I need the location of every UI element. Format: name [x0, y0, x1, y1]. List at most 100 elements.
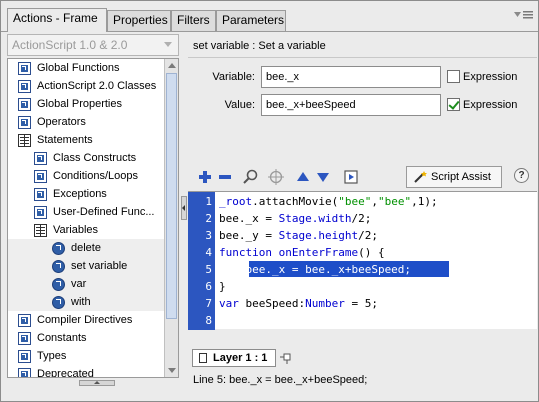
language-version-select[interactable]: ActionScript 1.0 & 2.0	[7, 34, 179, 56]
tree-item-label: Conditions/Loops	[53, 170, 139, 182]
tree-item-label: Deprecated	[37, 368, 94, 378]
tree-item-label: Operators	[37, 116, 86, 128]
tree-item-label: Class Constructs	[53, 152, 137, 164]
line-number-gutter: 1 2 3 4 5 6 7 8	[188, 192, 215, 330]
tab-bar: Actions - Frame Properties Filters Param…	[1, 1, 538, 32]
panel-menu-icon[interactable]	[523, 10, 533, 19]
script-assist-button[interactable]: Script Assist	[406, 166, 502, 188]
tree-item[interactable]: set variable	[8, 257, 164, 275]
code-line-1: _root.attachMovie("bee","bee",1);	[219, 195, 438, 208]
script-toolbar: Script Assist ?	[188, 164, 537, 190]
tree-item[interactable]: Class Constructs	[8, 149, 164, 167]
minimize-icon[interactable]	[513, 10, 522, 19]
variable-field[interactable]: bee._x	[261, 66, 441, 88]
language-version-value: ActionScript 1.0 & 2.0	[12, 38, 128, 52]
insert-target-path-icon[interactable]	[267, 168, 285, 186]
tree-item-label: Types	[37, 350, 67, 362]
book-icon	[18, 350, 31, 363]
tab-properties[interactable]: Properties	[107, 10, 171, 31]
book-icon	[34, 188, 47, 201]
line-number: 4	[205, 246, 212, 259]
scroll-thumb[interactable]	[166, 73, 177, 319]
tree-scrollbar[interactable]	[164, 59, 178, 377]
code-line-6: }	[219, 280, 226, 293]
status-bar-text: Line 5: bee._x = bee._x+beeSpeed;	[193, 374, 368, 386]
variable-label: Variable:	[212, 71, 255, 83]
tree-item[interactable]: Types	[8, 347, 164, 365]
action-icon	[52, 260, 65, 273]
value-expression-checkbox[interactable]	[447, 98, 460, 111]
tree-item-label: ActionScript 2.0 Classes	[37, 80, 157, 92]
tree-item[interactable]: User-Defined Func...	[8, 203, 164, 221]
open-book-icon	[18, 134, 31, 147]
value-field[interactable]: bee._x+beeSpeed	[261, 94, 441, 116]
line-number: 6	[205, 280, 212, 293]
value-expression-label: Expression	[463, 99, 518, 111]
tree-item[interactable]: Constants	[8, 329, 164, 347]
tree-item[interactable]: Operators	[8, 113, 164, 131]
tree-item[interactable]: Variables	[8, 221, 164, 239]
move-down-icon[interactable]	[314, 168, 332, 186]
script-document-icon	[199, 353, 207, 363]
layer-tab-label: Layer 1 : 1	[213, 352, 268, 364]
book-icon	[18, 368, 31, 377]
line-number: 8	[205, 314, 212, 327]
book-icon	[18, 80, 31, 93]
help-icon[interactable]: ?	[514, 168, 529, 183]
tree-item[interactable]: delete	[8, 239, 164, 257]
tree-item-label: delete	[71, 242, 101, 254]
tree-item[interactable]: var	[8, 275, 164, 293]
actions-panel: Actions - Frame Properties Filters Param…	[0, 0, 539, 402]
variable-expression-label: Expression	[463, 71, 518, 83]
book-icon	[18, 314, 31, 327]
find-icon[interactable]	[242, 168, 260, 186]
tree-item[interactable]: with	[8, 293, 164, 311]
book-icon	[34, 152, 47, 165]
tree-item[interactable]: Global Properties	[8, 95, 164, 113]
action-description: set variable : Set a variable	[188, 34, 537, 58]
layer-1-tab[interactable]: Layer 1 : 1	[192, 349, 276, 367]
tree-item[interactable]: Deprecated	[8, 365, 164, 378]
chevron-down-icon	[164, 42, 172, 47]
script-editor[interactable]: 1 2 3 4 5 6 7 8 _root.attachMovie("bee",…	[188, 191, 537, 330]
action-icon	[52, 242, 65, 255]
toolbox-resize-grip[interactable]	[79, 380, 115, 386]
book-icon	[18, 62, 31, 75]
line-number: 1	[205, 195, 212, 208]
collapse-left-arrow-icon[interactable]	[181, 196, 187, 220]
line-number: 7	[205, 297, 212, 310]
code-line-3: bee._y = Stage.height/2;	[219, 229, 378, 242]
tab-filters[interactable]: Filters	[171, 10, 216, 31]
line-number: 3	[205, 229, 212, 242]
scroll-down-arrow-icon[interactable]	[168, 368, 176, 373]
tree-item[interactable]: Exceptions	[8, 185, 164, 203]
book-icon	[34, 206, 47, 219]
variable-expression-checkbox[interactable]	[447, 70, 460, 83]
tree-item[interactable]: Conditions/Loops	[8, 167, 164, 185]
tree-item-label: Compiler Directives	[37, 314, 133, 326]
add-statement-icon[interactable]	[196, 168, 214, 186]
book-icon	[34, 170, 47, 183]
actions-tree-list: Global Functions ActionScript 2.0 Classes…	[8, 59, 164, 378]
tree-item-label: Variables	[53, 224, 99, 236]
tree-item-label: Global Properties	[37, 98, 122, 110]
show-hide-icon[interactable]	[342, 168, 360, 186]
tab-parameters[interactable]: Parameters	[216, 10, 286, 31]
tree-item-label: Statements	[37, 134, 93, 146]
tree-item-label: Constants	[37, 332, 87, 344]
book-icon	[18, 332, 31, 345]
delete-statement-icon[interactable]	[216, 168, 234, 186]
pin-script-icon[interactable]	[280, 352, 294, 364]
script-navigator-tabs: Layer 1 : 1	[188, 349, 537, 367]
tab-actions-frame[interactable]: Actions - Frame	[7, 8, 107, 32]
tree-item[interactable]: Statements	[8, 131, 164, 149]
move-up-icon[interactable]	[294, 168, 312, 186]
tree-item-label: Global Functions	[37, 62, 120, 74]
scroll-up-arrow-icon[interactable]	[168, 63, 176, 68]
tree-item[interactable]: Global Functions	[8, 59, 164, 77]
code-line-2: bee._x = Stage.width/2;	[219, 212, 372, 225]
tree-item[interactable]: Compiler Directives	[8, 311, 164, 329]
tree-item[interactable]: ActionScript 2.0 Classes	[8, 77, 164, 95]
magic-wand-icon	[414, 171, 427, 183]
pane-splitter[interactable]	[180, 34, 187, 386]
